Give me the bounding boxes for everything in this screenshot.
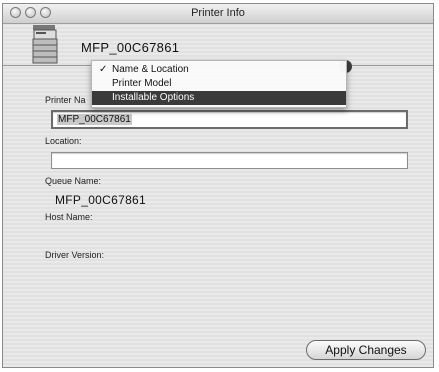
- checkmark-icon: ✓: [99, 64, 108, 75]
- location-label: Location:: [45, 136, 82, 146]
- section-popup-menu: ✓ Name & Location Printer Model Installa…: [91, 60, 347, 108]
- printer-name-label: Printer Na: [45, 95, 86, 105]
- window-title: Printer Info: [191, 7, 245, 19]
- menu-item-label: Name & Location: [112, 64, 189, 75]
- title-bar: Printer Info: [3, 4, 433, 24]
- queue-name-value: MFP_00C67861: [55, 193, 146, 207]
- menu-item-installable-options[interactable]: Installable Options: [92, 91, 346, 105]
- printer-name-value: MFP_00C67861: [57, 114, 132, 125]
- printer-name-header: MFP_00C67861: [81, 40, 180, 55]
- apply-changes-button[interactable]: Apply Changes: [306, 340, 426, 360]
- queue-name-label: Queue Name:: [45, 176, 102, 186]
- printer-icon: [32, 25, 58, 64]
- location-field[interactable]: [51, 152, 408, 169]
- driver-version-label: Driver Version:: [45, 250, 105, 260]
- host-name-label: Host Name:: [45, 212, 93, 222]
- printer-info-window: Printer Info MFP_00C67861 Printer Na MFP…: [2, 3, 434, 368]
- menu-item-label: Installable Options: [112, 92, 195, 103]
- printer-name-field[interactable]: MFP_00C67861: [51, 110, 408, 129]
- menu-item-printer-model[interactable]: Printer Model: [92, 77, 346, 91]
- menu-item-label: Printer Model: [112, 78, 172, 89]
- menu-item-name-location[interactable]: ✓ Name & Location: [92, 63, 346, 77]
